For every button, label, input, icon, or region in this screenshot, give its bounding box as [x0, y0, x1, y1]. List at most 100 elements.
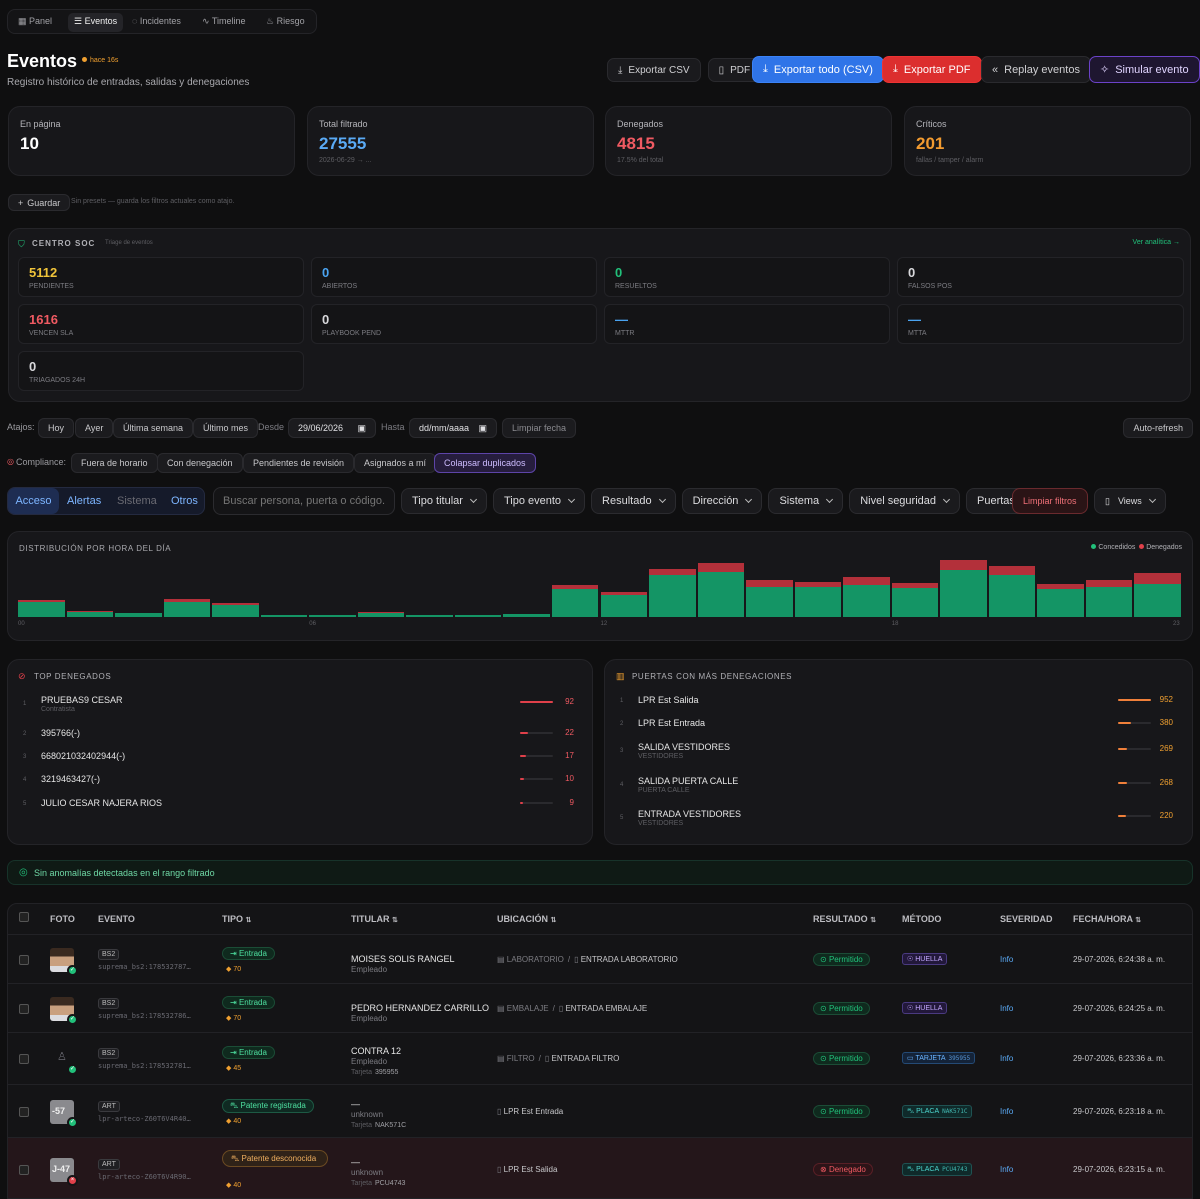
tab-eventos[interactable]: ☰ Eventos: [68, 13, 124, 32]
bar-hour-13[interactable]: [649, 568, 696, 617]
clear-date-button[interactable]: Limpiar fecha: [502, 418, 577, 438]
bar-hour-15[interactable]: [746, 580, 793, 617]
table-row[interactable]: ♙ ✓ BS2 suprema_bs2:178532781… ⇥ Entrada ◆ 45…: [8, 1032, 1192, 1084]
auto-refresh-toggle[interactable]: Auto-refresh: [1123, 418, 1193, 438]
tab-incidentes[interactable]: ◌ Incidentes: [132, 16, 181, 26]
bar-hour-12[interactable]: [600, 592, 648, 617]
row-checkbox[interactable]: [19, 954, 29, 965]
x-tick-label: 12: [600, 621, 608, 627]
list-item[interactable]: 1 PRUEBAS9 CESAR Contratista 92: [8, 695, 592, 721]
tab-panel[interactable]: ▦ Panel: [18, 16, 52, 27]
list-item[interactable]: 4 SALIDA PUERTA CALLE PUERTA CALLE 268: [605, 776, 1192, 802]
filter-resultado[interactable]: Resultado: [591, 488, 676, 514]
tab-timeline[interactable]: ∿ Timeline: [202, 16, 246, 27]
soc-metric-value: 0: [322, 312, 330, 327]
result-badge: ⊗ Denegado: [813, 1162, 873, 1176]
sort-type-header[interactable]: TIPO ⇅: [222, 914, 251, 924]
list-item[interactable]: 4 3219463427(-) 10: [8, 774, 592, 800]
bar-hour-08[interactable]: [406, 614, 453, 617]
bar-hour-00[interactable]: [18, 599, 65, 617]
list-item[interactable]: 5 JULIO CESAR NAJERA RIOS 9: [8, 798, 592, 824]
shortcuts-row: Atajos: Hoy Ayer Última semana Último me…: [7, 418, 1193, 438]
bar-hour-07[interactable]: [357, 611, 405, 617]
compliance-asignados[interactable]: Asignados a mí: [354, 453, 437, 473]
bar-hour-21[interactable]: [1037, 583, 1084, 617]
save-preset-button[interactable]: + Guardar: [8, 194, 71, 211]
item-name: SALIDA VESTIDORES: [638, 742, 731, 752]
export-pdf-button[interactable]: ⤓ Exportar PDF: [882, 56, 982, 83]
bar-hour-04[interactable]: [212, 603, 259, 617]
bar-hour-02[interactable]: [115, 612, 162, 617]
row-checkbox[interactable]: [19, 1003, 29, 1014]
bar-hour-11[interactable]: [551, 584, 599, 617]
x-tick-label: 23: [1173, 621, 1180, 627]
select-all-checkbox[interactable]: [19, 912, 29, 922]
row-checkbox[interactable]: [19, 1106, 29, 1117]
shortcut-ultima-semana[interactable]: Última semana: [113, 418, 194, 438]
bar-hour-06[interactable]: [309, 614, 356, 617]
replay-button[interactable]: «Replay eventos: [981, 56, 1091, 83]
shortcut-hoy[interactable]: Hoy: [38, 418, 75, 438]
row-checkbox[interactable]: [19, 1164, 29, 1175]
x-tick-label: 06: [309, 621, 316, 627]
tab-alertas[interactable]: Alertas: [67, 488, 101, 514]
bar-hour-23[interactable]: [1134, 572, 1181, 617]
export-csv-button[interactable]: ⤓ Exportar CSV: [607, 58, 701, 82]
soc-metric-value: 1616: [29, 312, 58, 327]
bar-segment-concedidos: [746, 586, 793, 617]
result-badge: ⊙ Permitido: [813, 1052, 870, 1065]
bar-hour-20[interactable]: [988, 566, 1036, 617]
search-input[interactable]: [213, 487, 395, 515]
filter-tipo-titular[interactable]: Tipo titular: [401, 488, 487, 514]
table-row[interactable]: J-47 × ART lpr-arteco-Z60T6V4R90… ⛍ Patente …: [8, 1137, 1192, 1198]
clear-filters-button[interactable]: Limpiar filtros: [1012, 488, 1088, 514]
sort-datetime-header[interactable]: FECHA/HORA ⇅: [1073, 914, 1141, 924]
bar-hour-19[interactable]: [940, 560, 987, 617]
bar-hour-10[interactable]: [503, 613, 550, 617]
sort-holder-header[interactable]: TITULAR ⇅: [351, 914, 398, 924]
bar-hour-03[interactable]: [163, 598, 211, 617]
sort-result-header[interactable]: RESULTADO ⇅: [813, 914, 876, 924]
compliance-pendientes[interactable]: Pendientes de revisión: [243, 453, 355, 473]
bar-hour-17[interactable]: [843, 577, 890, 617]
filter-tipo-evento[interactable]: Tipo evento: [492, 488, 586, 514]
table-row[interactable]: ✓ BS2 suprema_bs2:178532786… ⇥ Entrada ◆ 70 P…: [8, 983, 1192, 1032]
date-from-input[interactable]: 29/06/2026 ▣: [288, 418, 376, 438]
date-to-input[interactable]: dd/mm/aaaa ▣: [409, 418, 497, 438]
car-icon: ⛍: [230, 1100, 241, 1110]
list-item[interactable]: 3 SALIDA VESTIDORES VESTIDORES 269: [605, 742, 1192, 768]
bar-hour-18[interactable]: [891, 582, 939, 617]
filter-sistema[interactable]: Sistema: [768, 488, 844, 514]
bar-hour-05[interactable]: [260, 614, 308, 617]
compliance-con-denegacion[interactable]: Con denegación: [157, 453, 243, 473]
filter-direccion[interactable]: Dirección: [681, 488, 763, 514]
bar-segment-concedidos: [891, 587, 939, 617]
bar-hour-14[interactable]: [697, 563, 745, 617]
bar-hour-01[interactable]: [66, 610, 114, 617]
shortcut-ultimo-mes[interactable]: Último mes: [193, 418, 259, 438]
simulate-button[interactable]: ✧ Simular evento: [1089, 56, 1200, 83]
tab-riesgo[interactable]: ♨ Riesgo: [266, 16, 305, 27]
compliance-colapsar[interactable]: Colapsar duplicados: [434, 453, 536, 473]
analytics-link[interactable]: Ver analítica →: [1133, 239, 1180, 246]
pulse-icon: ∿: [202, 16, 210, 26]
stat-card-denegados: Denegados 4815 17.5% del total: [605, 106, 892, 176]
plate-image: J-47: [52, 1163, 71, 1174]
table-row[interactable]: -57 ✓ ART lpr-arteco-Z60T6V4R40… ⛍ Patente r…: [8, 1084, 1192, 1137]
bar-hour-16[interactable]: [794, 581, 842, 617]
filter-nivel-seguridad[interactable]: Nivel seguridad: [849, 488, 961, 514]
sort-location-header[interactable]: UBICACIÓN ⇅: [497, 914, 556, 924]
tab-acceso[interactable]: Acceso: [8, 488, 59, 514]
list-item[interactable]: 5 ENTRADA VESTIDORES VESTIDORES 220: [605, 809, 1192, 835]
row-checkbox[interactable]: [19, 1054, 29, 1064]
tab-otros[interactable]: Otros: [171, 488, 198, 514]
compliance-fuera-horario[interactable]: Fuera de horario: [71, 453, 158, 473]
views-dropdown[interactable]: ▯ Views: [1094, 488, 1166, 514]
list-item[interactable]: 2 LPR Est Entrada 380: [605, 718, 1192, 744]
tab-sistema[interactable]: Sistema: [117, 488, 157, 514]
bar-hour-09[interactable]: [454, 614, 502, 617]
export-all-button[interactable]: ⤓ Exportar todo (CSV): [752, 56, 884, 83]
bar-hour-22[interactable]: [1085, 580, 1133, 617]
shortcut-ayer[interactable]: Ayer: [75, 418, 114, 438]
table-row[interactable]: ✓ BS2 suprema_bs2:178532787… ⇥ Entrada ◆ 70 M…: [8, 934, 1192, 983]
